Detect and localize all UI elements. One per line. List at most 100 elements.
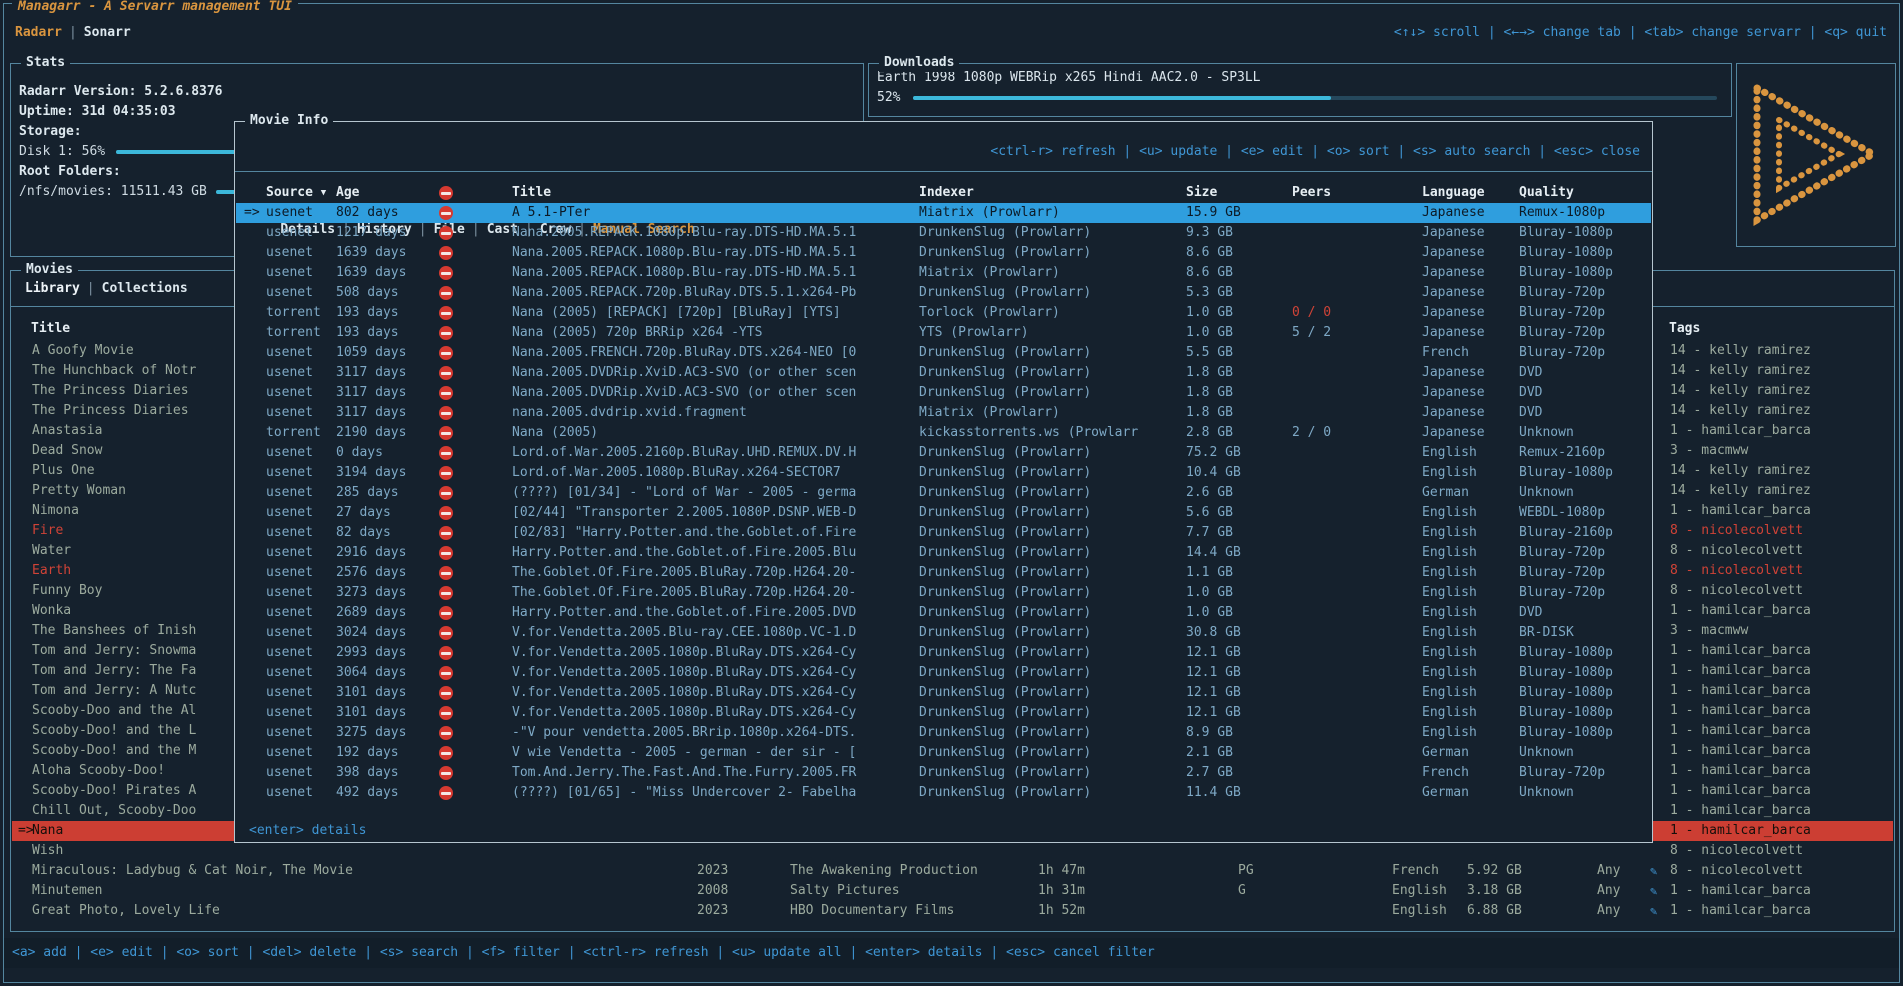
release-quality: Bluray-720p xyxy=(1519,343,1605,363)
release-age: 3024 days xyxy=(336,623,406,643)
release-row[interactable]: usenet2916 daysHarry.Potter.and.the.Gobl… xyxy=(236,543,1651,563)
release-title: Nana.2005.DVDRip.XviD.AC3-SVO (or other … xyxy=(512,363,856,383)
release-source: usenet xyxy=(266,263,313,283)
release-row[interactable]: usenet3101 daysV.for.Vendetta.2005.1080p… xyxy=(236,703,1651,723)
release-quality: Bluray-2160p xyxy=(1519,523,1613,543)
movie-row[interactable]: Miraculous: Ladybug & Cat Noir, The Movi… xyxy=(12,861,1893,881)
release-row[interactable]: usenet1639 daysNana.2005.REPACK.1080p.Bl… xyxy=(236,243,1651,263)
movie-title: The Hunchback of Notr xyxy=(32,361,196,381)
release-row[interactable]: usenet3275 days-"V pour vendetta.2005.BR… xyxy=(236,723,1651,743)
no-entry-icon xyxy=(439,506,453,520)
release-title: Harry.Potter.and.the.Goblet.of.Fire.2005… xyxy=(512,543,856,563)
release-row[interactable]: usenet1059 daysNana.2005.FRENCH.720p.Blu… xyxy=(236,343,1651,363)
release-row[interactable]: usenet1639 daysNana.2005.REPACK.1080p.Bl… xyxy=(236,263,1651,283)
release-size: 2.7 GB xyxy=(1186,763,1233,783)
release-size: 8.6 GB xyxy=(1186,263,1233,283)
release-source: usenet xyxy=(266,443,313,463)
release-peers: 2 / 0 xyxy=(1292,423,1331,443)
release-source: usenet xyxy=(266,403,313,423)
movies-tab-library[interactable]: Library xyxy=(25,281,80,296)
release-language: English xyxy=(1422,463,1477,483)
release-title: Harry.Potter.and.the.Goblet.of.Fire.2005… xyxy=(512,603,856,623)
release-row[interactable]: usenet82 days[02/83] "Harry.Potter.and.t… xyxy=(236,523,1651,543)
release-title: (????) [01/34] - "Lord of War - 2005 - g… xyxy=(512,483,856,503)
release-row[interactable]: usenet3101 daysV.for.Vendetta.2005.1080p… xyxy=(236,683,1651,703)
release-source: usenet xyxy=(266,703,313,723)
no-entry-icon xyxy=(439,606,453,620)
movie-title: Earth xyxy=(32,561,71,581)
no-entry-icon xyxy=(439,766,453,780)
release-row[interactable]: usenet3117 daysNana.2005.DVDRip.XviD.AC3… xyxy=(236,363,1651,383)
release-age: 2576 days xyxy=(336,563,406,583)
release-language: German xyxy=(1422,783,1469,803)
servarr-tab-sonarr[interactable]: Sonarr xyxy=(84,25,131,40)
no-entry-icon xyxy=(439,226,453,240)
movie-info-tabs: <ctrl-r> refresh | <u> update | <e> edit… xyxy=(235,132,1652,172)
release-indexer: DrunkenSlug (Prowlarr) xyxy=(919,563,1091,583)
movie-title: Anastasia xyxy=(32,421,102,441)
release-size: 1.8 GB xyxy=(1186,403,1233,423)
release-row[interactable]: usenet508 daysNana.2005.REPACK.720p.BluR… xyxy=(236,283,1651,303)
release-title: Nana.2005.FRENCH.720p.BluRay.DTS.x264-NE… xyxy=(512,343,856,363)
release-age: 3101 days xyxy=(336,703,406,723)
release-row[interactable]: torrent193 daysNana (2005) 720p BRRip x2… xyxy=(236,323,1651,343)
release-row[interactable]: usenet398 daysTom.And.Jerry.The.Fast.And… xyxy=(236,763,1651,783)
release-source: usenet xyxy=(266,383,313,403)
release-source: torrent xyxy=(266,303,321,323)
release-row[interactable]: usenet285 days(????) [01/34] - "Lord of … xyxy=(236,483,1651,503)
release-row[interactable]: usenet3064 daysV.for.Vendetta.2005.1080p… xyxy=(236,663,1651,683)
release-language: German xyxy=(1422,743,1469,763)
movie-title: Wonka xyxy=(32,601,71,621)
release-row[interactable]: usenet3117 daysnana.2005.dvdrip.xvid.fra… xyxy=(236,403,1651,423)
movie-row[interactable]: Minutemen2008Salty Pictures1h 31mGEnglis… xyxy=(12,881,1893,901)
release-indexer: DrunkenSlug (Prowlarr) xyxy=(919,603,1091,623)
movie-title: Tom and Jerry: The Fa xyxy=(32,661,196,681)
release-row[interactable]: usenet492 days(????) [01/65] - "Miss Und… xyxy=(236,783,1651,803)
release-row[interactable]: torrent193 daysNana (2005) [REPACK] [720… xyxy=(236,303,1651,323)
release-title: Nana (2005) xyxy=(512,423,598,443)
movie-title: Fire xyxy=(32,521,63,541)
release-row[interactable]: usenet0 daysLord.of.War.2005.2160p.BluRa… xyxy=(236,443,1651,463)
movie-runtime: 1h 52m xyxy=(1038,901,1085,921)
release-quality: Bluray-1080p xyxy=(1519,263,1613,283)
release-age: 1639 days xyxy=(336,243,406,263)
movie-info-title: Movie Info xyxy=(245,112,333,130)
movie-row[interactable]: Great Photo, Lovely Life2023HBO Document… xyxy=(12,901,1893,921)
release-row[interactable]: usenet3194 daysLord.of.War.2005.1080p.Bl… xyxy=(236,463,1651,483)
release-row[interactable]: usenet3117 daysNana.2005.DVDRip.XviD.AC3… xyxy=(236,383,1651,403)
release-size: 75.2 GB xyxy=(1186,443,1241,463)
movie-info-modal: Movie Info <ctrl-r> refresh | <u> update… xyxy=(234,121,1653,843)
uptime-label: Uptime: xyxy=(19,104,74,119)
movie-tag: 8 - nicolecolvett xyxy=(1670,541,1803,561)
release-quality: WEBDL-1080p xyxy=(1519,503,1605,523)
release-title: V.for.Vendetta.2005.1080p.BluRay.DTS.x26… xyxy=(512,663,856,683)
movie-tag: 1 - hamilcar_barca xyxy=(1670,821,1811,841)
release-row[interactable]: usenet3273 daysThe.Goblet.Of.Fire.2005.B… xyxy=(236,583,1651,603)
release-indexer: DrunkenSlug (Prowlarr) xyxy=(919,283,1091,303)
release-row[interactable]: usenet2689 daysHarry.Potter.and.the.Gobl… xyxy=(236,603,1651,623)
release-row[interactable]: usenet27 days[02/44] "Transporter 2.2005… xyxy=(236,503,1651,523)
movie-title: Dead Snow xyxy=(32,441,102,461)
release-size: 7.7 GB xyxy=(1186,523,1233,543)
release-quality: Bluray-720p xyxy=(1519,303,1605,323)
release-row[interactable]: =>usenet802 daysA 5.1-PTerMiatrix (Prowl… xyxy=(236,203,1651,223)
servarr-tab-radarr[interactable]: Radarr xyxy=(15,25,62,40)
release-language: English xyxy=(1422,703,1477,723)
movie-year: 2023 xyxy=(697,861,728,881)
release-indexer: DrunkenSlug (Prowlarr) xyxy=(919,443,1091,463)
movie-size: 6.88 GB xyxy=(1467,901,1522,921)
release-row[interactable]: torrent2190 daysNana (2005)kickasstorren… xyxy=(236,423,1651,443)
release-row[interactable]: usenet192 daysV wie Vendetta - 2005 - ge… xyxy=(236,743,1651,763)
release-language: Japanese xyxy=(1422,423,1485,443)
movie-row[interactable]: Wish8 - nicolecolvett xyxy=(12,841,1893,861)
top-keybinds: <↑↓> scroll | <←→> change tab | <tab> ch… xyxy=(1394,22,1887,44)
release-row[interactable]: usenet2576 daysThe.Goblet.Of.Fire.2005.B… xyxy=(236,563,1651,583)
movies-tab-collections[interactable]: Collections xyxy=(102,281,188,296)
release-row[interactable]: usenet2993 daysV.for.Vendetta.2005.1080p… xyxy=(236,643,1651,663)
app-root: Managarr - A Servarr management TUI Rada… xyxy=(0,0,1903,986)
release-quality: Bluray-1080p xyxy=(1519,703,1613,723)
release-row[interactable]: usenet3024 daysV.for.Vendetta.2005.Blu-r… xyxy=(236,623,1651,643)
release-row[interactable]: usenet1217 daysNana.2005.REPACK.1080p.Bl… xyxy=(236,223,1651,243)
release-language: English xyxy=(1422,443,1477,463)
release-age: 3194 days xyxy=(336,463,406,483)
